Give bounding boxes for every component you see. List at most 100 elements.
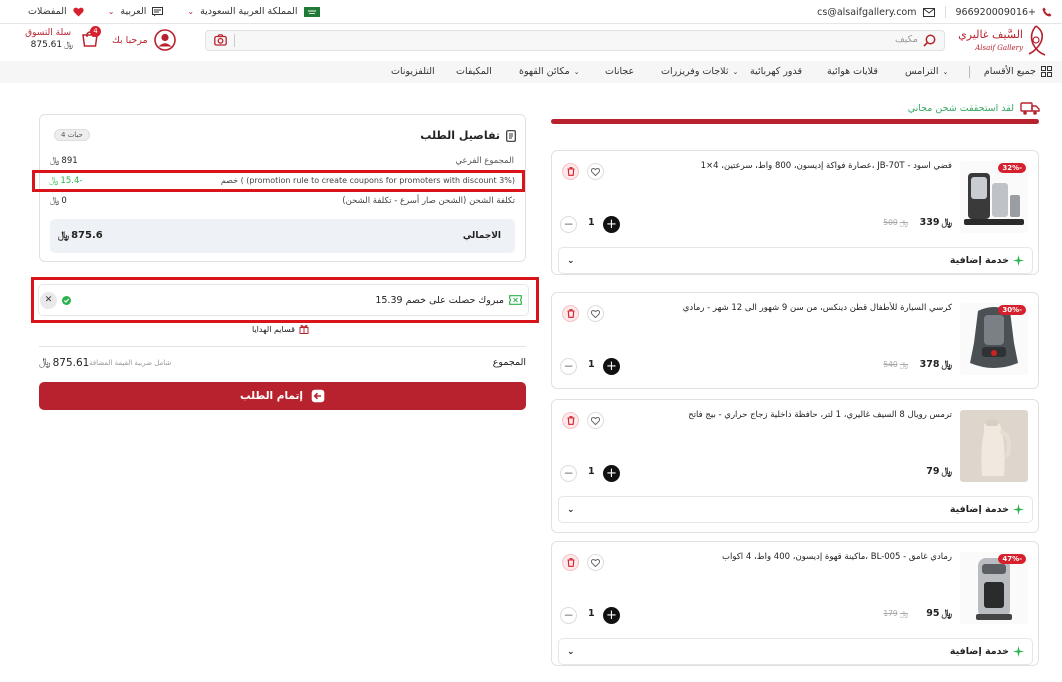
search-input[interactable]: مكيف [895, 34, 918, 45]
items-count-badge: 4 حبات [54, 129, 90, 141]
cart-item-card: 32%- عصارة فواكة إديسون، 800 واط، سرعتين… [551, 150, 1039, 275]
favorites-link[interactable]: المفضلات [28, 6, 67, 17]
nav-item-mixers[interactable]: عجانات [605, 66, 634, 77]
phone-text[interactable]: 966920009016+ [956, 7, 1037, 18]
product-price: 79 ﷼ [926, 466, 952, 477]
currency-icon: ﷼ [941, 359, 952, 370]
discount-label: خصم ( (promotion rule to create coupons … [220, 176, 515, 185]
vat-note: شامل ضريبة القيمة المضافة [89, 359, 172, 367]
checkout-button[interactable]: إتمام الطلب [39, 382, 526, 410]
contact-info: cs@alsaifgallery.com 966920009016+ [817, 6, 1052, 18]
product-name[interactable]: كرسي السيارة للأطفال قطن دينكس، من سن 9 … [683, 303, 952, 313]
delete-button[interactable] [562, 163, 579, 180]
currency-icon: ﷼ [50, 196, 60, 206]
product-image[interactable] [960, 410, 1028, 482]
heart-outline-icon [591, 309, 600, 318]
quantity-value[interactable]: 1 [588, 359, 595, 370]
nav-item-air-fryers[interactable]: قلايات هوائية [827, 66, 878, 77]
delete-button[interactable] [562, 412, 579, 429]
cart-total: 875.61 ﷼ [31, 40, 73, 50]
increase-qty-button[interactable]: + [603, 358, 620, 375]
decrease-qty-button[interactable]: − [560, 358, 577, 375]
language-select[interactable]: العربية [120, 6, 146, 17]
currency-icon: ﷼ [941, 217, 952, 228]
gift-vouchers-label: قسايم الهدايا [252, 324, 295, 334]
increase-qty-button[interactable]: + [603, 216, 620, 233]
mail-icon [922, 7, 935, 17]
camera-icon[interactable] [214, 34, 227, 46]
favorite-button[interactable] [587, 412, 604, 429]
chevron-down-icon[interactable]: ⌄ [108, 7, 115, 16]
cart-total-value: 875.61 [30, 40, 63, 50]
language-icon [152, 6, 164, 17]
remove-coupon-button[interactable]: ✕ [40, 292, 57, 309]
order-details-title: تفاصيل الطلب [420, 129, 500, 142]
trash-icon [567, 309, 574, 318]
product-name[interactable]: ماكينة قهوة إديسون، 400 واط، 4 اكواب، BL… [722, 552, 952, 562]
currency-icon: ﷼ [64, 40, 73, 49]
nav-item-electric-pots[interactable]: قدور كهربائية [750, 66, 802, 77]
decrease-qty-button[interactable]: − [560, 216, 577, 233]
cart[interactable]: 4 سلة التسوق 875.61 ﷼ [25, 26, 103, 52]
site-logo[interactable]: السَّيف غاليري Alsaif Gallery [958, 22, 1051, 62]
heart-outline-icon [591, 416, 600, 425]
chevron-down-icon: ⌄ [567, 255, 575, 266]
currency-icon: ﷼ [899, 360, 908, 369]
phone-icon [1042, 7, 1052, 17]
additional-service-toggle[interactable]: ⌄ خدمة إضافية [558, 496, 1033, 523]
product-name[interactable]: ترمس رويال 8 السيف غاليري، 1 لتر، حافظة … [688, 410, 952, 420]
decrease-qty-button[interactable]: − [560, 607, 577, 624]
all-categories-button[interactable]: جميع الأقسام [984, 66, 1052, 77]
gift-icon [299, 324, 309, 334]
delete-button[interactable] [562, 305, 579, 322]
coupon-message: مبروك حصلت على خصم 15.39 [375, 295, 504, 306]
search-bar[interactable]: مكيف [205, 30, 945, 51]
search-icon[interactable] [923, 34, 936, 47]
grand-total-box: الاجمالي ﷼ 875.6 [50, 219, 515, 253]
all-categories-label: جميع الأقسام [983, 66, 1036, 77]
nav-item-coffee-machines[interactable]: مكائن القهوة ⌄ [519, 66, 580, 77]
cart-item-card: 47%- ماكينة قهوة إديسون، 400 واط، 4 اكوا… [551, 541, 1039, 666]
nav-item-tvs[interactable]: التلفزيونات [391, 66, 435, 77]
email-text[interactable]: cs@alsaifgallery.com [817, 7, 916, 18]
order-details-header: تفاصيل الطلب [420, 129, 516, 142]
favorite-button[interactable] [587, 305, 604, 322]
heart-outline-icon [591, 167, 600, 176]
top-bar: cs@alsaifgallery.com 966920009016+ المفض… [0, 0, 1062, 24]
quantity-value[interactable]: 1 [588, 217, 595, 228]
trash-icon [567, 558, 574, 567]
nav-item-thermos[interactable]: الترامس ⌄ [905, 66, 948, 77]
quantity-value[interactable]: 1 [588, 466, 595, 477]
user-account[interactable]: مرحبا بك [112, 29, 176, 51]
decrease-qty-button[interactable]: − [560, 465, 577, 482]
heart-icon[interactable] [73, 7, 84, 17]
currency-icon: ﷼ [39, 356, 51, 368]
cart-item-card: 30%- كرسي السيارة للأطفال قطن دينكس، من … [551, 292, 1039, 389]
additional-service-toggle[interactable]: ⌄ خدمة إضافية [558, 247, 1033, 274]
increase-qty-button[interactable]: + [603, 465, 620, 482]
grand-total-value: ﷼ 875.6 [58, 230, 103, 241]
product-price: 378 ﷼ [920, 359, 952, 370]
currency-icon: ﷼ [899, 609, 908, 618]
nav-item-air-conditioners[interactable]: المكيفات [456, 66, 492, 77]
chevron-down-icon[interactable]: ⌄ [187, 7, 194, 16]
favorite-button[interactable] [587, 163, 604, 180]
additional-service-toggle[interactable]: ⌄ خدمة إضافية [558, 638, 1033, 665]
additional-service-label: خدمة إضافية [949, 646, 1009, 657]
delete-button[interactable] [562, 554, 579, 571]
old-price: 179 ﷼ [883, 609, 908, 619]
gift-vouchers-link[interactable]: قسايم الهدايا [252, 324, 309, 334]
increase-qty-button[interactable]: + [603, 607, 620, 624]
trash-icon [567, 167, 574, 176]
favorite-button[interactable] [587, 554, 604, 571]
product-price: 339 ﷼ [920, 217, 952, 228]
nav-item-label: الترامس [905, 66, 939, 77]
product-name[interactable]: عصارة فواكة إديسون، 800 واط، سرعتين، 4×1… [701, 161, 952, 171]
discount-badge: 30%- [998, 305, 1026, 315]
checkout-label: إتمام الطلب [239, 390, 304, 402]
quantity-value[interactable]: 1 [588, 608, 595, 619]
country-select[interactable]: المملكة العربية السعودية [200, 6, 297, 17]
nav-item-fridges[interactable]: ثلاجات وفريزرات ⌄ [661, 66, 738, 77]
subtotal-amount: 891 [61, 156, 78, 166]
sparkle-icon [1013, 504, 1024, 515]
